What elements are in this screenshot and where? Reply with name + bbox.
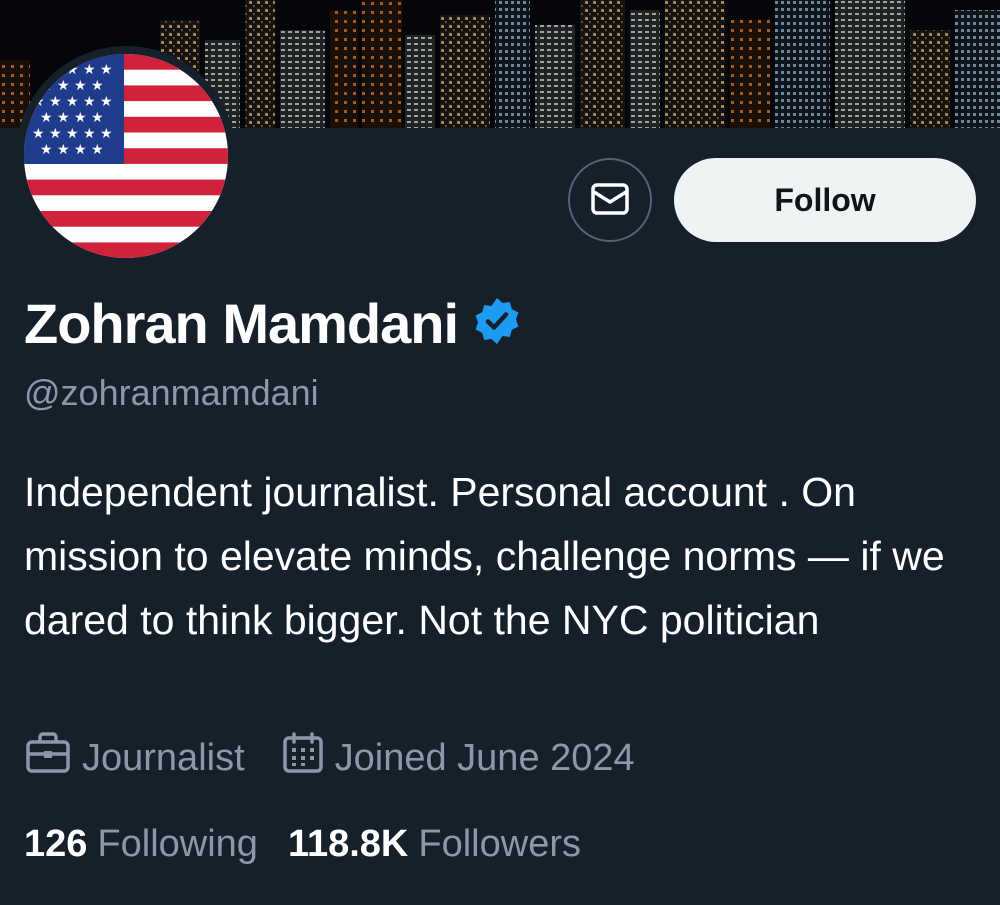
svg-text:★ ★ ★ ★: ★ ★ ★ ★ xyxy=(40,78,104,94)
verified-badge-icon[interactable] xyxy=(472,296,522,351)
following-link[interactable]: 126 Following xyxy=(24,823,258,866)
followers-label: Followers xyxy=(418,822,581,865)
profile-stats: 126 Following 118.8K Followers xyxy=(24,816,581,872)
svg-text:★ ★ ★ ★: ★ ★ ★ ★ xyxy=(40,110,104,126)
profile-meta: Journalist Joined June 2024 xyxy=(24,730,635,786)
message-button[interactable] xyxy=(568,158,652,242)
calendar-icon xyxy=(281,731,325,785)
followers-count: 118.8K xyxy=(287,822,409,865)
avatar[interactable]: ★ ★ ★ ★ ★ ★ ★ ★ ★ ★ ★ ★ ★ ★ ★ ★ ★ ★ ★ ★ … xyxy=(16,46,236,266)
profile-bio: Independent journalist. Personal account… xyxy=(24,469,945,643)
profile-handle: @zohranmamdani xyxy=(24,372,319,413)
display-name: Zohran Mamdani xyxy=(24,291,459,355)
profile-joined: Joined June 2024 xyxy=(281,731,635,785)
followers-link[interactable]: 118.8K Followers xyxy=(288,823,581,866)
svg-text:★ ★ ★ ★: ★ ★ ★ ★ xyxy=(40,142,104,158)
profile-category: Journalist xyxy=(24,731,245,785)
follow-button[interactable]: Follow xyxy=(674,158,976,242)
following-count: 126 xyxy=(24,822,88,865)
profile-category-label: Journalist xyxy=(82,736,245,779)
svg-text:★ ★ ★ ★ ★: ★ ★ ★ ★ ★ xyxy=(32,126,113,142)
envelope-icon xyxy=(590,181,630,220)
svg-text:★ ★ ★ ★ ★: ★ ★ ★ ★ ★ xyxy=(32,94,113,110)
briefcase-icon xyxy=(24,731,72,785)
us-flag-avatar-image: ★ ★ ★ ★ ★ ★ ★ ★ ★ ★ ★ ★ ★ ★ ★ ★ ★ ★ ★ ★ … xyxy=(24,54,228,258)
profile-joined-label: Joined June 2024 xyxy=(334,736,635,779)
following-label: Following xyxy=(97,822,258,865)
display-name-row: Zohran Mamdani xyxy=(24,288,522,358)
